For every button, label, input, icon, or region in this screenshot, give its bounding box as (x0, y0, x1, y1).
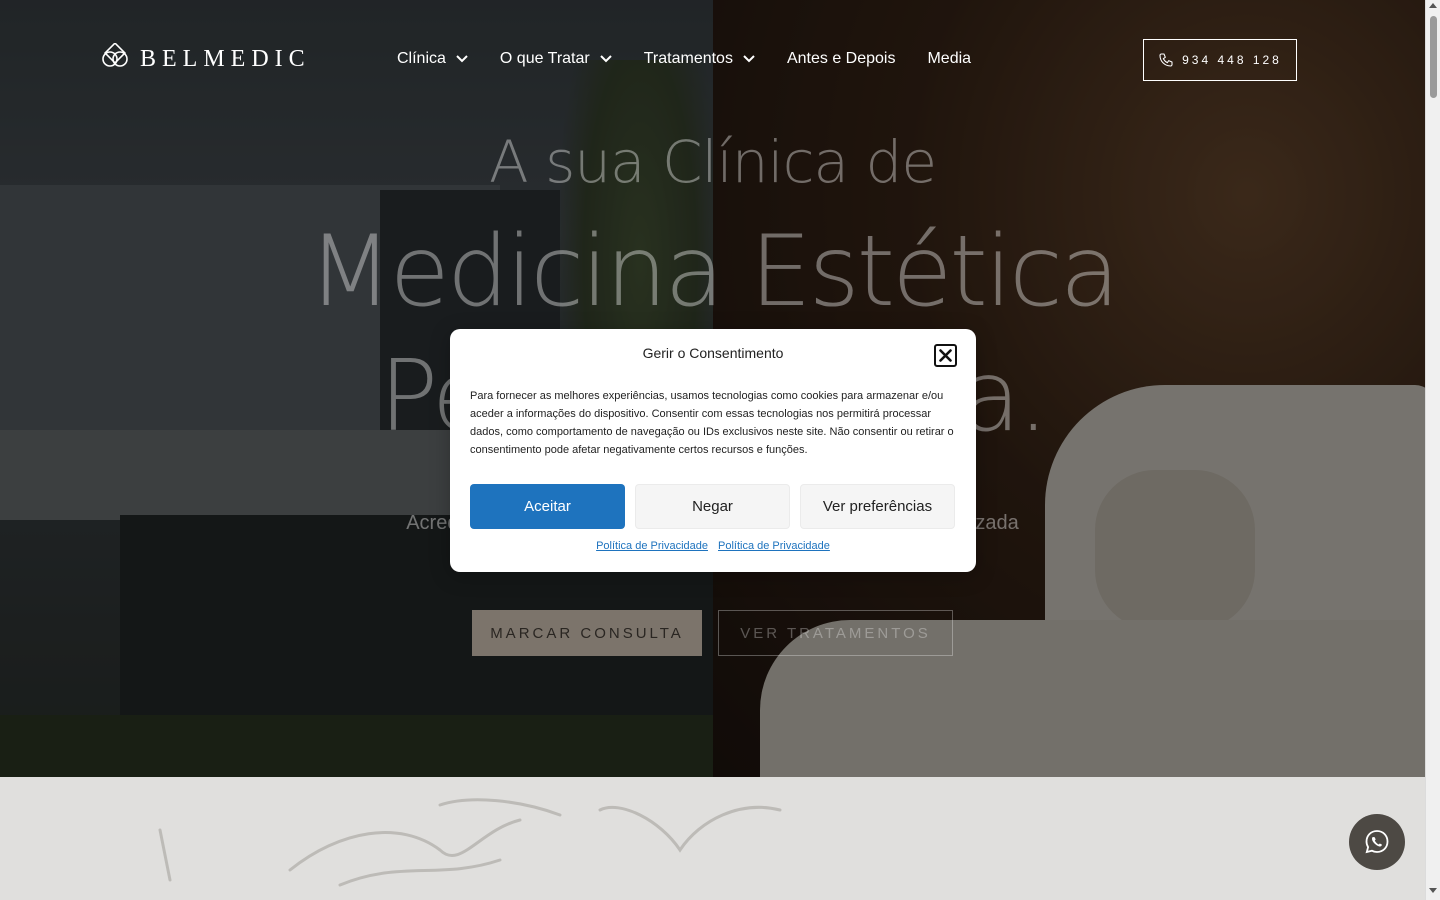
close-button[interactable] (934, 344, 957, 367)
whatsapp-icon (1365, 830, 1389, 854)
hero-title-line1: A sua Clínica de (488, 128, 937, 196)
scrollbar-thumb[interactable] (1430, 16, 1437, 98)
scroll-down-arrow[interactable] (1429, 888, 1437, 893)
chevron-down-icon (743, 55, 755, 63)
phone-button[interactable]: 934 448 128 (1143, 39, 1297, 81)
main-nav: Clínica O que Tratar Tratamentos Antes e… (397, 48, 1003, 70)
nav-item-antes-e-depois[interactable]: Antes e Depois (787, 48, 896, 70)
page-scrollbar[interactable] (1425, 0, 1440, 900)
next-section-overlay (0, 777, 1425, 900)
nav-item-tratamentos[interactable]: Tratamentos (644, 48, 755, 70)
view-preferences-button[interactable]: Ver preferências (800, 484, 955, 529)
scroll-up-arrow[interactable] (1429, 3, 1437, 8)
nav-item-clinica[interactable]: Clínica (397, 48, 468, 70)
cookie-consent-dialog: Gerir o Consentimento Para fornecer as m… (450, 329, 976, 572)
view-treatments-button[interactable]: VER TRATAMENTOS (718, 610, 953, 656)
hero-title-line2: Medicina Estética (308, 215, 1120, 329)
accept-button[interactable]: Aceitar (470, 484, 625, 529)
chevron-down-icon (600, 55, 612, 63)
dialog-body: Para fornecer as melhores experiências, … (470, 390, 954, 456)
dialog-title: Gerir o Consentimento (642, 345, 784, 361)
nav-item-o-que-tratar[interactable]: O que Tratar (500, 48, 612, 70)
site-logo[interactable]: BELMEDIC (100, 43, 311, 75)
logo-text: BELMEDIC (140, 45, 311, 72)
close-icon (939, 349, 952, 362)
nav-label: Tratamentos (643, 50, 733, 67)
book-appointment-button[interactable]: MARCAR CONSULTA (472, 610, 702, 656)
dialog-links: Política de Privacidade Política de Priv… (450, 540, 976, 552)
privacy-policy-link[interactable]: Política de Privacidade (596, 540, 708, 552)
logo-icon (102, 43, 128, 67)
whatsapp-button[interactable] (1349, 814, 1405, 870)
nav-label: Clínica (397, 50, 446, 67)
privacy-policy-link[interactable]: Política de Privacidade (718, 540, 830, 552)
phone-icon (1159, 53, 1173, 67)
chevron-down-icon (456, 55, 468, 63)
nav-label: Antes e Depois (786, 50, 896, 67)
nav-label: O que Tratar (499, 50, 590, 67)
phone-number: 934 448 128 (1182, 53, 1282, 67)
deny-button[interactable]: Negar (635, 484, 790, 529)
nav-item-media[interactable]: Media (927, 48, 971, 70)
nav-label: Media (927, 50, 972, 67)
